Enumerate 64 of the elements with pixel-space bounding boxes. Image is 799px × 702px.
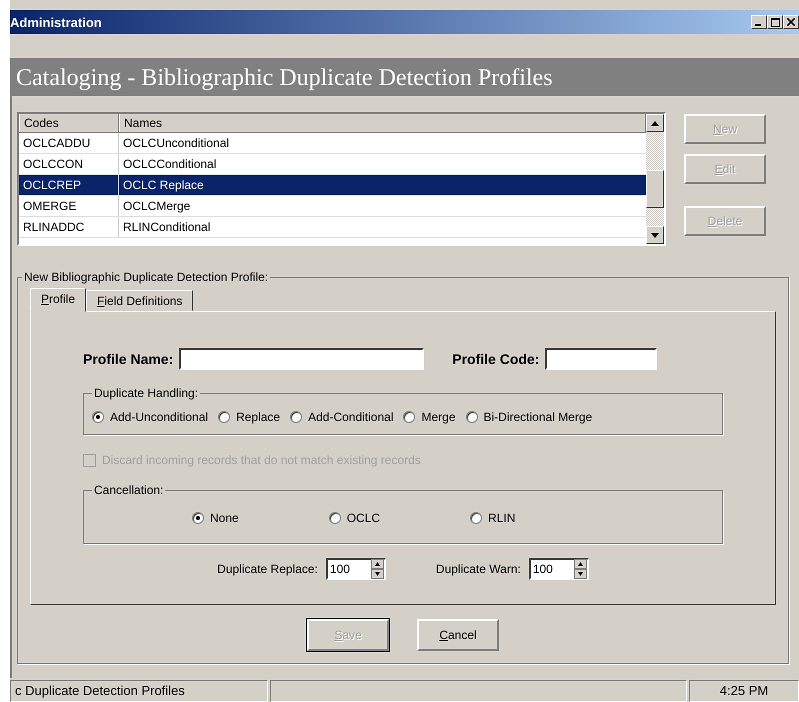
number-spinner[interactable]: 100 <box>528 558 589 580</box>
window-title: Administration <box>10 14 102 30</box>
radio-option[interactable]: Replace <box>218 410 280 424</box>
name-cell-text: OCLCMerge <box>122 199 192 213</box>
radio-button[interactable] <box>466 411 478 423</box>
radio-label: Merge <box>421 410 456 424</box>
maximize-button[interactable] <box>767 15 783 29</box>
radio-label: OCLC <box>346 511 380 525</box>
code-cell: OCLCREP <box>19 175 119 195</box>
action-button[interactable]: Cancel <box>417 619 499 651</box>
name-cell-text: OCLC Replace <box>122 178 205 192</box>
field-label: Profile Code: <box>452 351 540 367</box>
name-cell-text: OCLCConditional <box>122 157 218 171</box>
code-cell: OMERGE <box>19 196 119 216</box>
radio-button[interactable] <box>328 512 341 524</box>
code-cell: OCLCCON <box>19 154 119 174</box>
radio-option[interactable]: None <box>192 511 239 525</box>
down-arrow-icon <box>651 232 659 238</box>
scrollbar-thumb[interactable] <box>646 170 664 208</box>
page-header: Cataloging - Bibliographic Duplicate Detection Profiles <box>10 60 799 96</box>
radio-label: RLIN <box>488 511 516 525</box>
tab[interactable]: Field Definitions <box>86 290 194 311</box>
column-header[interactable]: Codes <box>19 114 119 132</box>
radio-button[interactable] <box>403 411 416 423</box>
spinner-label: Duplicate Warn: <box>436 562 521 576</box>
up-arrow-icon <box>651 120 659 126</box>
radio-option[interactable]: Add-Conditional <box>290 410 394 424</box>
code-cell: OCLCADDU <box>19 133 119 153</box>
radio-label: Replace <box>236 410 280 424</box>
close-button[interactable] <box>783 15 799 29</box>
group-title: Cancellation: <box>93 483 164 497</box>
radio-option[interactable]: OCLC <box>328 511 380 525</box>
list-row[interactable]: OCLCREP OCLC Replace <box>19 175 646 196</box>
list-row[interactable]: OCLCADDU OCLCUnconditional <box>19 133 646 154</box>
list-row[interactable]: OMERGE OCLCMerge <box>19 196 646 217</box>
radio-button[interactable] <box>470 512 482 524</box>
radio-option[interactable]: Add-Unconditional <box>92 410 208 424</box>
list-row[interactable]: RLINADDC RLINConditional <box>19 217 646 238</box>
profile-code-field[interactable] <box>545 348 658 370</box>
minimize-button[interactable] <box>751 15 767 29</box>
field-label: Profile Name: <box>83 351 174 367</box>
radio-button[interactable] <box>218 411 230 423</box>
profile-name-field[interactable] <box>179 348 424 370</box>
name-cell-text: OCLCUnconditional <box>122 136 230 150</box>
scrollbar[interactable] <box>646 114 664 244</box>
group-title: Duplicate Handling: <box>93 386 200 400</box>
status-time: 4:25 PM <box>689 680 799 702</box>
radio-option[interactable]: RLIN <box>470 511 516 525</box>
radio-option[interactable]: Merge <box>403 410 456 424</box>
tab[interactable]: Profile <box>30 288 86 312</box>
radio-button[interactable] <box>192 512 204 524</box>
code-cell: RLINADDC <box>19 217 119 237</box>
radio-label: Add-Conditional <box>308 410 394 424</box>
radio-button[interactable] <box>290 411 302 423</box>
name-cell-text: RLINConditional <box>122 220 212 234</box>
spinner-label: Duplicate Replace: <box>217 562 318 576</box>
number-spinner[interactable]: 100 <box>326 558 386 580</box>
maximize-icon <box>770 18 780 26</box>
radio-label: None <box>210 511 239 525</box>
group-title: New Bibliographic Duplicate Detection Profile: <box>23 270 270 284</box>
radio-label: Add-Unconditional <box>110 410 208 424</box>
radio-button[interactable] <box>92 411 104 423</box>
status-message: c Duplicate Detection Profiles <box>10 680 268 702</box>
close-icon <box>787 18 795 26</box>
